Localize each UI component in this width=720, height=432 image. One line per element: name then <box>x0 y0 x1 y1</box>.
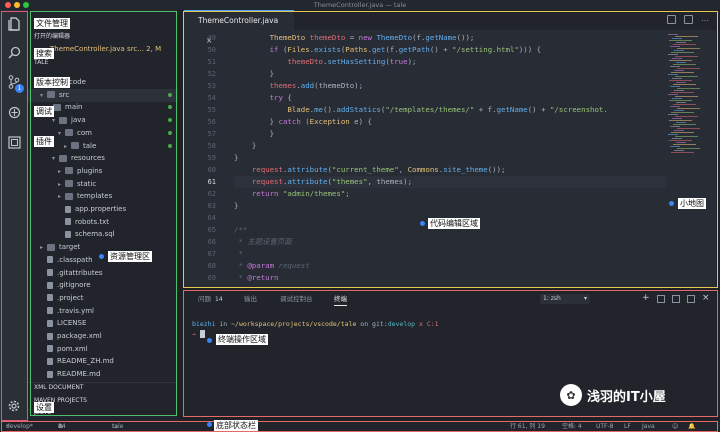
label-search: 搜索 <box>34 48 54 59</box>
label-debug: 调试 <box>34 106 54 117</box>
close-window-button[interactable] <box>5 2 11 8</box>
marker-dot <box>420 221 425 226</box>
title-bar: ThemeController.java — tale <box>0 0 720 10</box>
minimize-window-button[interactable] <box>14 2 20 8</box>
label-terminal-area: 终端操作区域 <box>216 334 268 345</box>
maximize-window-button[interactable] <box>23 2 29 8</box>
label-minimap: 小地图 <box>678 198 706 209</box>
marker-dot <box>669 201 674 206</box>
label-settings: 设置 <box>34 402 54 413</box>
activity-bar-highlight <box>1 11 28 421</box>
watermark: ✿ 浅羽的IT小屋 <box>560 384 666 406</box>
label-file-manager: 文件管理 <box>34 18 70 29</box>
label-status-bar: 底部状态栏 <box>214 420 258 431</box>
window-title: ThemeController.java — tale <box>313 1 407 9</box>
statusbar-highlight <box>1 421 718 432</box>
label-explorer-area: 资源管理区 <box>108 251 152 262</box>
label-extensions: 插件 <box>34 136 54 147</box>
marker-dot <box>207 338 212 343</box>
editor-highlight <box>183 11 718 288</box>
label-code-area: 代码编辑区域 <box>428 218 480 229</box>
watermark-text: 浅羽的IT小屋 <box>587 389 666 405</box>
explorer-highlight <box>30 11 177 416</box>
marker-dot <box>99 254 104 259</box>
wechat-logo-icon: ✿ <box>560 384 582 406</box>
label-version-control: 版本控制 <box>34 77 70 88</box>
marker-dot <box>207 422 212 427</box>
